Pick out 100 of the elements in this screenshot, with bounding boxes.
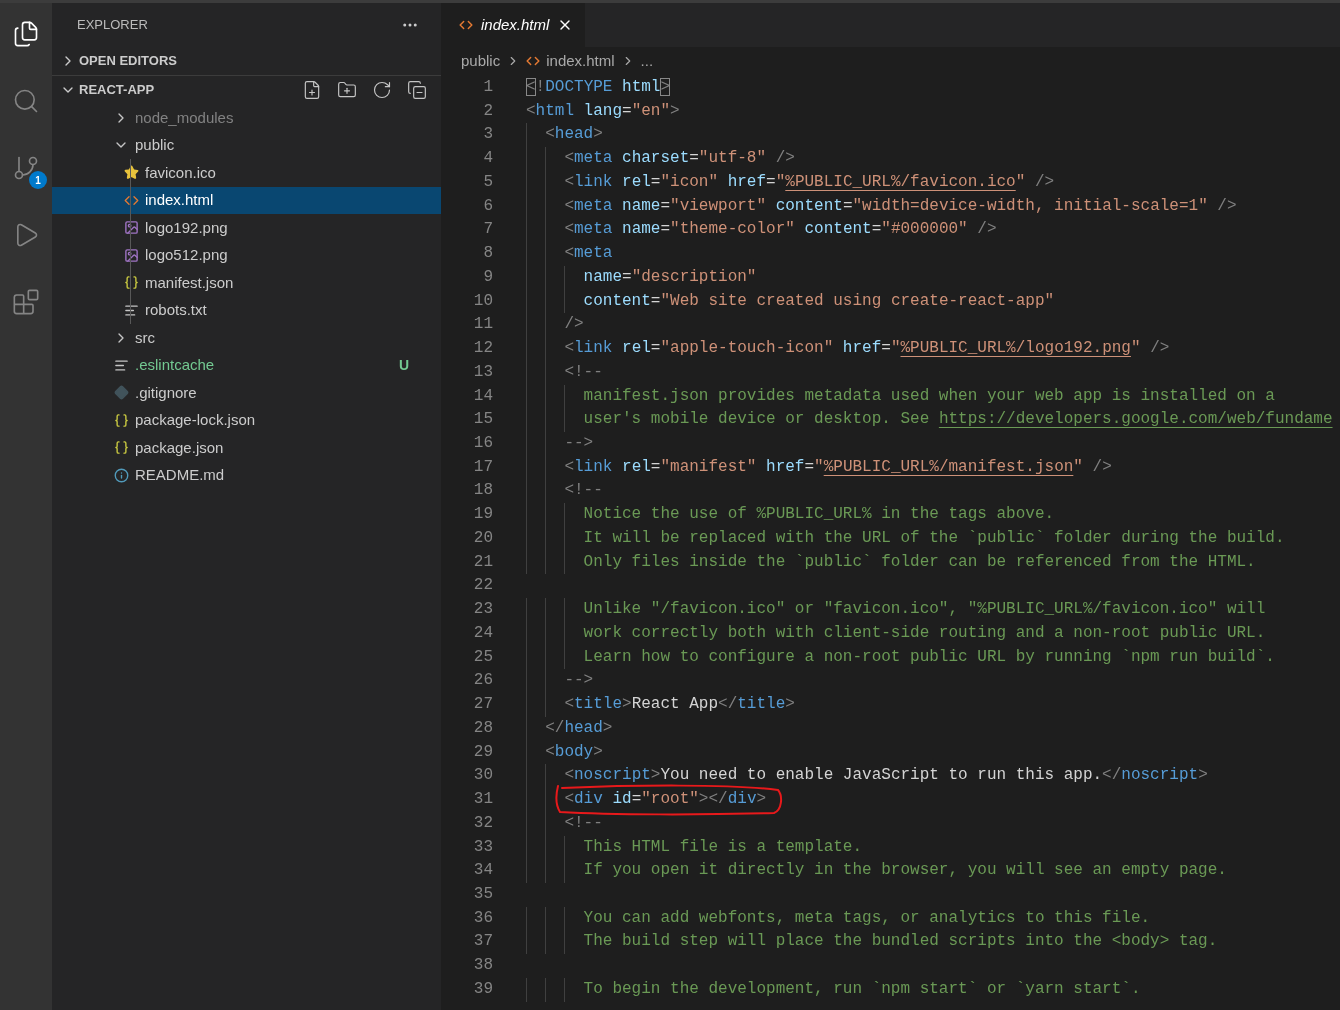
code-line: If you open it directly in the browser, you will see an empty page. bbox=[583, 860, 1227, 882]
code-line: user's mobile device or desktop. See https://developers.google.com/web/fundame bbox=[583, 409, 1333, 431]
line-number: 1 bbox=[482, 77, 493, 98]
git-status: U bbox=[398, 355, 409, 375]
line-number: 33 bbox=[472, 836, 493, 858]
code-line: <html lang="en"> bbox=[526, 100, 680, 122]
line-number: 29 bbox=[472, 741, 493, 763]
tree-item[interactable]: favicon.ico bbox=[52, 159, 441, 187]
code-line: Unlike "/favicon.ico" or "favicon.ico", "%PUBLIC_URL%/favicon.ico" will bbox=[583, 599, 1266, 621]
code-line: <!-- bbox=[564, 480, 603, 502]
line-number: 22 bbox=[472, 575, 493, 597]
new-file-icon[interactable] bbox=[302, 80, 322, 100]
line-number: 30 bbox=[472, 765, 493, 787]
tree-item[interactable]: robots.txt bbox=[52, 296, 441, 324]
badge: 1 bbox=[29, 171, 47, 189]
file-name: public bbox=[135, 135, 175, 155]
code-line: /> bbox=[564, 314, 584, 336]
line-number: 15 bbox=[472, 409, 493, 431]
code-line: <meta name="viewport" content="width=device-width, initial-scale=1" /> bbox=[564, 195, 1237, 217]
image-icon bbox=[123, 220, 139, 236]
code-line: <head> bbox=[545, 124, 603, 146]
new-folder-icon[interactable] bbox=[337, 80, 357, 100]
breadcrumb[interactable]: index.html bbox=[546, 49, 615, 73]
line-number: 14 bbox=[472, 385, 493, 407]
line-number: 31 bbox=[472, 789, 493, 811]
section-title: REACT-APP bbox=[79, 81, 155, 100]
code-line: Only files inside the `public` folder can be referenced from the HTML. bbox=[583, 551, 1256, 573]
code-line: </head> bbox=[545, 717, 613, 739]
code-line: <meta charset="utf-8" /> bbox=[564, 148, 795, 170]
file-name: favicon.ico bbox=[145, 162, 216, 183]
star-icon bbox=[123, 165, 139, 181]
line-number: 17 bbox=[472, 456, 493, 478]
collapse-icon[interactable] bbox=[407, 80, 427, 100]
code-line: <noscript>You need to enable JavaScript to run this app.</noscript> bbox=[564, 765, 1208, 787]
file-name: package-lock.json bbox=[135, 410, 256, 430]
blocks-icon bbox=[12, 288, 40, 316]
tree-item[interactable]: README.md bbox=[52, 461, 441, 489]
code-icon bbox=[526, 54, 541, 68]
line-number: 19 bbox=[472, 504, 493, 526]
tree-item[interactable]: src bbox=[52, 324, 441, 352]
code-line: <meta bbox=[564, 243, 613, 265]
lines-icon bbox=[123, 302, 139, 318]
tree-item[interactable]: package-lock.json bbox=[52, 406, 441, 434]
code-line: <!-- bbox=[564, 361, 603, 383]
section-header[interactable]: REACT-APP bbox=[52, 76, 441, 104]
code-line: To begin the development, run `npm start` or `yarn start`. bbox=[583, 978, 1141, 1000]
braces-icon bbox=[113, 440, 129, 456]
tree-item[interactable]: logo512.png bbox=[52, 241, 441, 269]
line-number: 5 bbox=[482, 171, 493, 193]
code-line: <link rel="icon" href="%PUBLIC_URL%/favicon.ico" /> bbox=[564, 171, 1055, 193]
lines-icon bbox=[113, 357, 129, 373]
tree-item[interactable]: node_modules bbox=[52, 104, 441, 132]
breadcrumb[interactable]: ... bbox=[640, 49, 654, 73]
code-line: <!-- bbox=[564, 812, 603, 834]
line-number: 24 bbox=[472, 622, 493, 644]
tab-label: index.html bbox=[481, 14, 550, 35]
tree-item[interactable]: .gitignore bbox=[52, 379, 441, 407]
code-line: --> bbox=[564, 670, 594, 692]
code-line: It will be replaced with the URL of the `public` folder during the build. bbox=[583, 527, 1285, 549]
line-number: 10 bbox=[472, 290, 493, 312]
section-title: OPEN EDITORS bbox=[79, 52, 177, 71]
line-number: 20 bbox=[472, 527, 493, 549]
line-number: 21 bbox=[472, 551, 493, 573]
file-name: .gitignore bbox=[135, 382, 197, 403]
line-number: 18 bbox=[472, 480, 493, 502]
line-number: 36 bbox=[472, 907, 493, 929]
tree-item[interactable]: .eslintcache U bbox=[52, 351, 441, 379]
line-number: 34 bbox=[472, 860, 493, 882]
tree-item[interactable]: package.json bbox=[52, 434, 441, 462]
tree-item[interactable]: public bbox=[52, 131, 441, 159]
code-line: manifest.json provides metadata used when your web app is installed on a bbox=[583, 385, 1275, 407]
line-number: 9 bbox=[482, 266, 493, 288]
activity-button[interactable]: 1 bbox=[5, 147, 47, 189]
code-line: The build step will place the bundled scripts into the <body> tag. bbox=[583, 931, 1218, 953]
code-line: <div id="root"></div> bbox=[564, 789, 767, 811]
line-number: 35 bbox=[472, 883, 493, 905]
file-name: manifest.json bbox=[145, 272, 234, 293]
braces-icon bbox=[113, 412, 129, 428]
section-header[interactable]: OPEN EDITORS bbox=[52, 47, 441, 75]
line-number: 38 bbox=[472, 955, 493, 977]
code-line: Learn how to configure a non-root public URL by running `npm run build`. bbox=[583, 646, 1275, 668]
code-line: <meta name="theme-color" content="#000000" /> bbox=[564, 219, 997, 241]
editor-tab[interactable]: index.html bbox=[441, 3, 586, 47]
line-number: 25 bbox=[472, 646, 493, 668]
code-line: This HTML file is a template. bbox=[583, 836, 863, 858]
line-number: 39 bbox=[472, 978, 493, 1000]
file-name: index.html bbox=[145, 190, 214, 210]
refresh-icon[interactable] bbox=[372, 80, 392, 100]
line-number: 13 bbox=[472, 361, 493, 383]
diamond-icon bbox=[113, 385, 129, 401]
tree-item[interactable]: logo192.png bbox=[52, 214, 441, 242]
code-line: Notice the use of %PUBLIC_URL% in the tags above. bbox=[583, 504, 1055, 526]
image-icon bbox=[123, 247, 139, 263]
tree-item[interactable]: manifest.json bbox=[52, 269, 441, 297]
breadcrumb[interactable]: public bbox=[461, 49, 501, 73]
line-number: 11 bbox=[472, 314, 493, 336]
tree-item[interactable]: index.html bbox=[52, 186, 441, 214]
file-name: src bbox=[135, 327, 155, 348]
line-number: 37 bbox=[472, 931, 493, 953]
line-number: 12 bbox=[472, 338, 493, 360]
